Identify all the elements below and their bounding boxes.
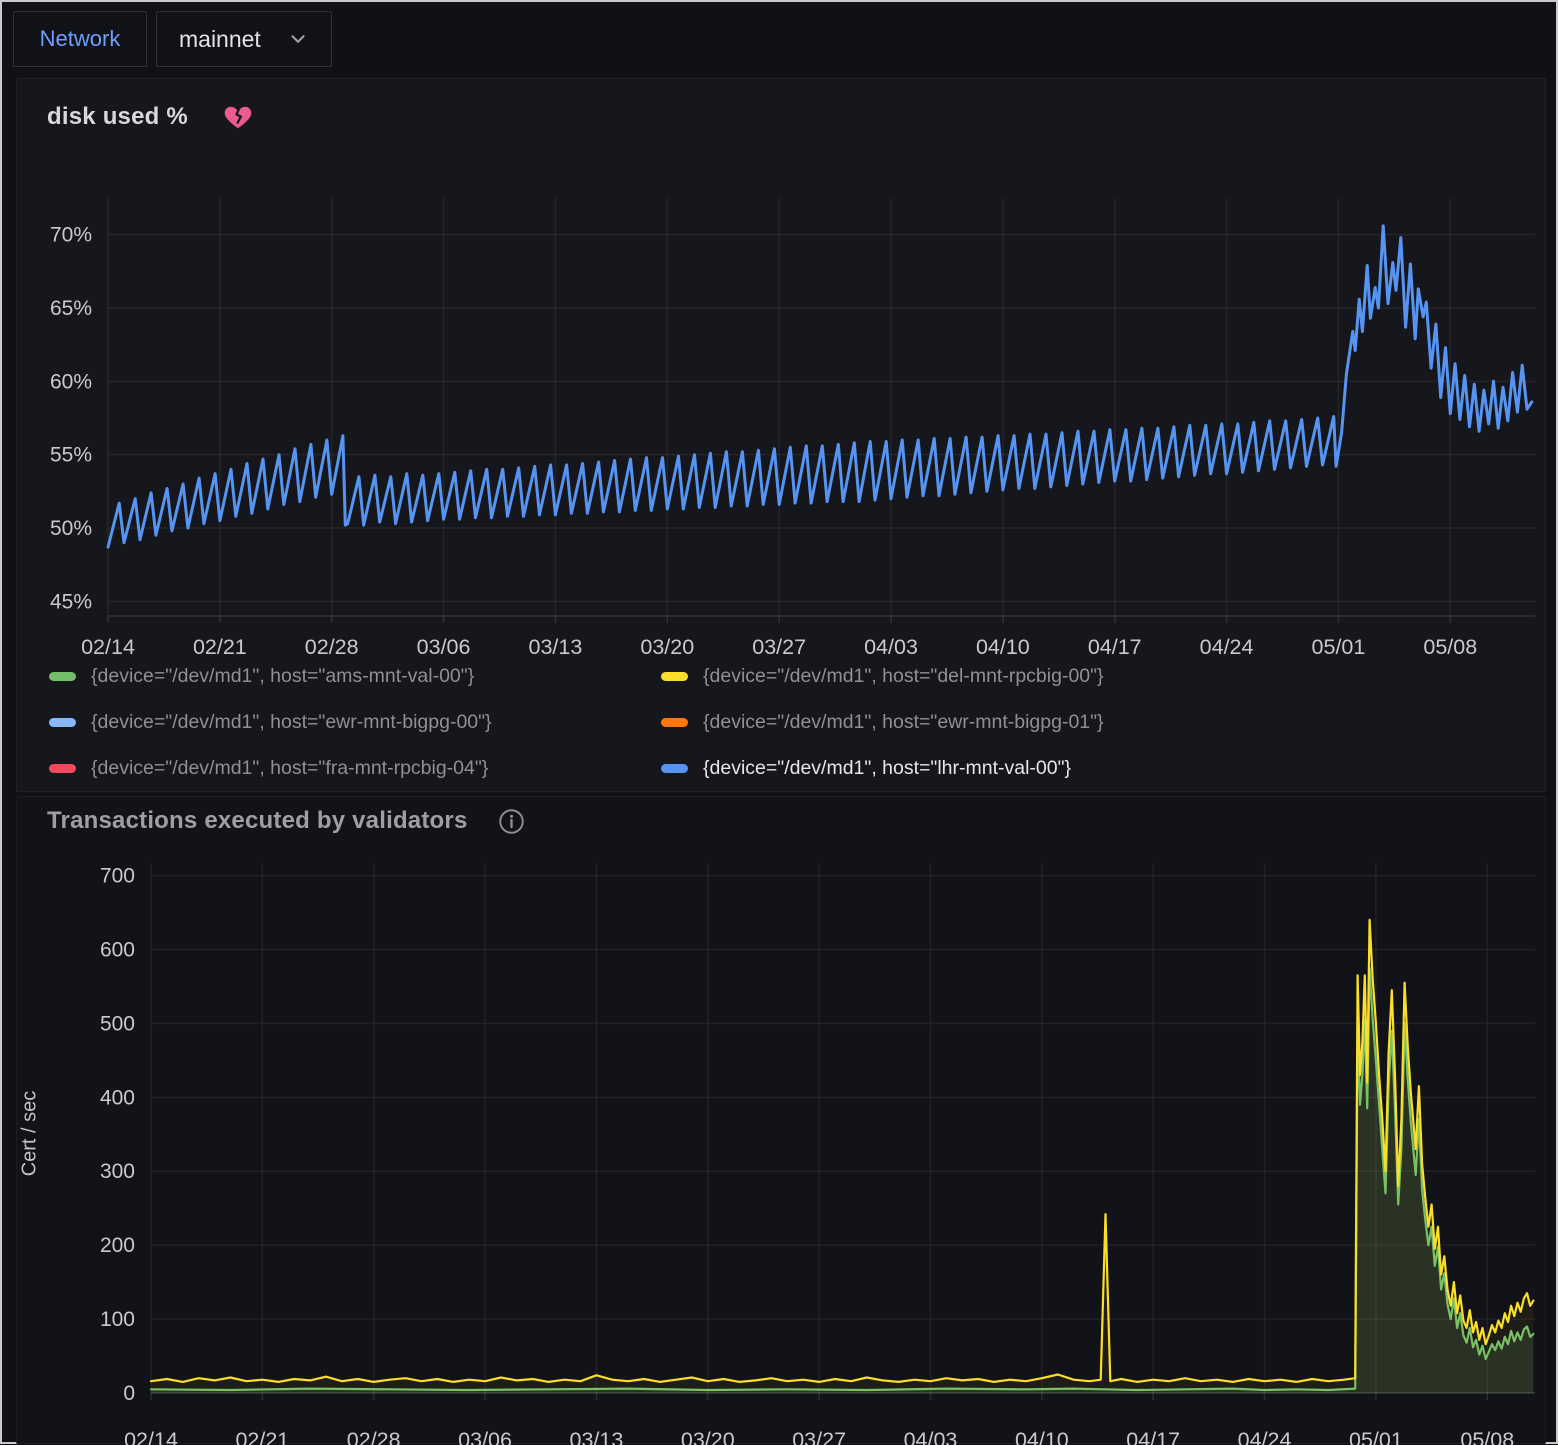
svg-text:04/24: 04/24 — [1200, 635, 1254, 659]
legend-label[interactable]: {device="/dev/md1", host="ewr-mnt-bigpg-… — [703, 711, 1104, 734]
svg-text:03/06: 03/06 — [417, 635, 471, 659]
svg-text:300: 300 — [100, 1160, 135, 1183]
svg-text:04/17: 04/17 — [1126, 1428, 1180, 1445]
svg-text:03/13: 03/13 — [529, 635, 583, 659]
svg-text:03/20: 03/20 — [640, 635, 694, 659]
legend-swatch — [49, 764, 76, 773]
svg-text:04/03: 04/03 — [864, 635, 918, 659]
svg-text:02/28: 02/28 — [305, 635, 359, 659]
svg-text:02/21: 02/21 — [193, 635, 247, 659]
transactions-chart: 0 100 200 300 400 500 600 700 02/14 02/21 02/28 03/… — [17, 853, 1547, 1445]
chevron-down-icon — [287, 28, 309, 50]
svg-text:02/28: 02/28 — [347, 1428, 401, 1445]
svg-text:0: 0 — [123, 1382, 135, 1405]
svg-text:200: 200 — [100, 1234, 135, 1257]
info-circle-icon[interactable] — [498, 808, 525, 835]
svg-text:03/13: 03/13 — [570, 1428, 624, 1445]
legend-swatch — [49, 718, 76, 727]
svg-text:04/10: 04/10 — [976, 635, 1030, 659]
dashboard-toolbar: Network mainnet — [2, 2, 1556, 76]
legend-item[interactable]: {device="/dev/md1", host="ewr-mnt-bigpg-… — [49, 707, 661, 737]
legend-label[interactable]: {device="/dev/md1", host="lhr-mnt-val-00… — [703, 757, 1071, 780]
svg-text:45%: 45% — [50, 590, 92, 613]
disk-used-chart: 45% 50% 55% 60% 65% 70% 02/14 02/21 02/28 03/06 03… — [17, 189, 1547, 659]
legend-item[interactable]: {device="/dev/md1", host="del-mnt-rpcbig… — [661, 661, 1525, 691]
svg-text:400: 400 — [100, 1086, 135, 1109]
svg-text:03/27: 03/27 — [752, 635, 806, 659]
panel-disk-used: disk used % 45% 50% 55% 60% 65% 70% 02/14 02/21… — [16, 78, 1546, 792]
legend-label[interactable]: {device="/dev/md1", host="fra-mnt-rpcbig… — [91, 757, 488, 780]
legend-item[interactable]: {device="/dev/md1", host="fra-mnt-rpcbig… — [49, 753, 661, 783]
legend-label[interactable]: {device="/dev/md1", host="ewr-mnt-bigpg-… — [91, 711, 492, 734]
svg-text:04/03: 04/03 — [904, 1428, 958, 1445]
variable-value[interactable]: mainnet — [179, 26, 261, 53]
svg-text:05/08: 05/08 — [1460, 1428, 1514, 1445]
alert-heart-break-icon[interactable] — [224, 104, 252, 130]
variable-label-box: Network — [13, 11, 147, 67]
svg-text:50%: 50% — [50, 517, 92, 540]
svg-text:65%: 65% — [50, 297, 92, 320]
svg-text:02/14: 02/14 — [81, 635, 135, 659]
panel-title-disk-used: disk used % — [47, 103, 188, 131]
panel-title-transactions: Transactions executed by validators — [47, 807, 468, 835]
svg-text:04/24: 04/24 — [1238, 1428, 1292, 1445]
variable-label: Network — [40, 26, 121, 52]
legend-swatch — [661, 764, 688, 773]
legend-swatch — [661, 718, 688, 727]
svg-text:04/10: 04/10 — [1015, 1428, 1069, 1445]
svg-text:60%: 60% — [50, 370, 92, 393]
svg-text:03/20: 03/20 — [681, 1428, 735, 1445]
legend-swatch — [661, 672, 688, 681]
svg-text:70%: 70% — [50, 224, 92, 247]
variable-value-dropdown[interactable]: mainnet — [156, 11, 332, 67]
legend-label[interactable]: {device="/dev/md1", host="del-mnt-rpcbig… — [703, 665, 1104, 688]
legend-item[interactable]: {device="/dev/md1", host="ams-mnt-val-00… — [49, 661, 661, 691]
svg-text:600: 600 — [100, 938, 135, 961]
svg-text:500: 500 — [100, 1012, 135, 1035]
svg-text:100: 100 — [100, 1308, 135, 1331]
legend-item[interactable]: {device="/dev/md1", host="lhr-mnt-val-00… — [661, 753, 1525, 783]
legend-item[interactable]: {device="/dev/md1", host="ewr-mnt-bigpg-… — [661, 707, 1525, 737]
svg-text:55%: 55% — [50, 444, 92, 467]
svg-text:700: 700 — [100, 865, 135, 888]
svg-text:02/21: 02/21 — [235, 1428, 289, 1445]
svg-text:02/14: 02/14 — [124, 1428, 178, 1445]
legend-label[interactable]: {device="/dev/md1", host="ams-mnt-val-00… — [91, 665, 474, 688]
svg-text:04/17: 04/17 — [1088, 635, 1142, 659]
svg-text:03/27: 03/27 — [792, 1428, 846, 1445]
panel-transactions: Transactions executed by validators Cert… — [16, 796, 1546, 1444]
svg-text:03/06: 03/06 — [458, 1428, 512, 1445]
legend-swatch — [49, 672, 76, 681]
disk-used-legend: {device="/dev/md1", host="ams-mnt-val-00… — [49, 661, 1525, 783]
svg-text:05/01: 05/01 — [1349, 1428, 1403, 1445]
svg-text:05/08: 05/08 — [1423, 635, 1477, 659]
svg-text:05/01: 05/01 — [1312, 635, 1366, 659]
